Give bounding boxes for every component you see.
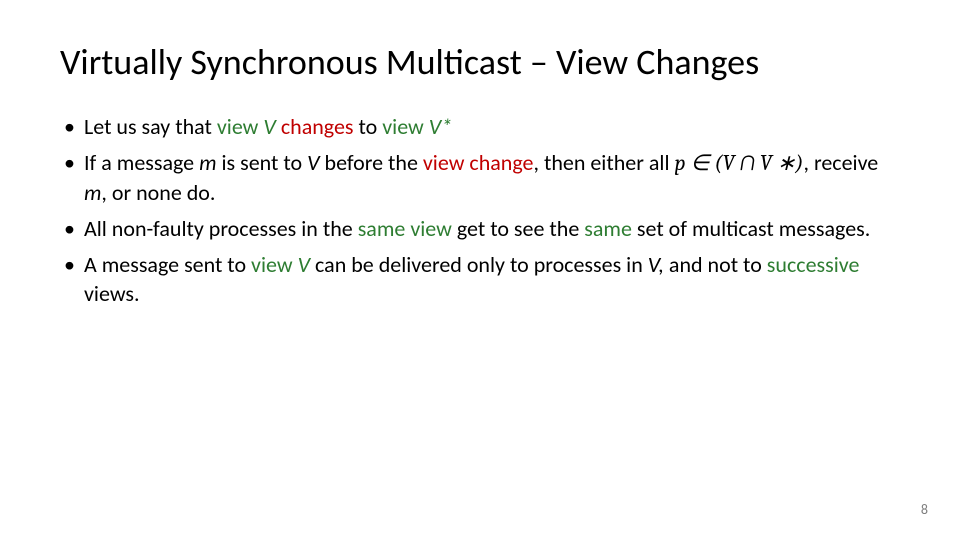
text-green: view xyxy=(382,113,429,140)
bullet-3: All non-faulty processes in the same vie… xyxy=(60,214,900,244)
text: is sent to xyxy=(217,149,308,176)
bullet-4: A message sent to view V can be delivere… xyxy=(60,250,900,309)
text: to xyxy=(354,113,383,140)
text-red: view change xyxy=(423,149,534,176)
text-green-italic: V* xyxy=(429,113,452,140)
text: , then either all xyxy=(533,149,674,176)
text: A message sent to xyxy=(84,251,251,278)
bullet-1: Let us say that view V changes to view V… xyxy=(60,112,900,142)
slide-content: Let us say that view V changes to view V… xyxy=(60,112,900,309)
text-italic: V, xyxy=(648,251,664,278)
text: and not to xyxy=(664,251,767,278)
text: can be delivered only to processes in xyxy=(310,251,648,278)
text: views. xyxy=(84,280,140,307)
text: , receive xyxy=(803,149,878,176)
text-green: same view xyxy=(358,215,452,242)
bullet-2: If a message m is sent to V before the v… xyxy=(60,148,900,208)
text: If a message xyxy=(84,149,199,176)
text-green: view xyxy=(251,251,298,278)
slide: Virtually Synchronous Multicast – View C… xyxy=(0,0,960,540)
text: set of multicast messages. xyxy=(632,215,870,242)
text-italic: V xyxy=(307,149,319,176)
slide-title: Virtually Synchronous Multicast – View C… xyxy=(60,40,900,84)
text-green-italic: V xyxy=(298,251,310,278)
math-expr: p ∈ (V ∩ V ∗) xyxy=(674,150,803,176)
text-italic: m xyxy=(199,149,216,176)
text-green: successive xyxy=(767,251,860,278)
text-red: changes xyxy=(281,113,354,140)
text: , or none do. xyxy=(101,179,215,206)
text-green-italic: V xyxy=(263,113,275,140)
bullet-list: Let us say that view V changes to view V… xyxy=(60,112,900,309)
text: Let us say that xyxy=(84,113,217,140)
text: before the xyxy=(320,149,423,176)
page-number: 8 xyxy=(921,501,928,518)
text-green: same xyxy=(584,215,632,242)
text-italic: m xyxy=(84,179,101,206)
text: get to see the xyxy=(452,215,584,242)
text: All non-faulty processes in the xyxy=(84,215,358,242)
text-green: view xyxy=(217,113,264,140)
